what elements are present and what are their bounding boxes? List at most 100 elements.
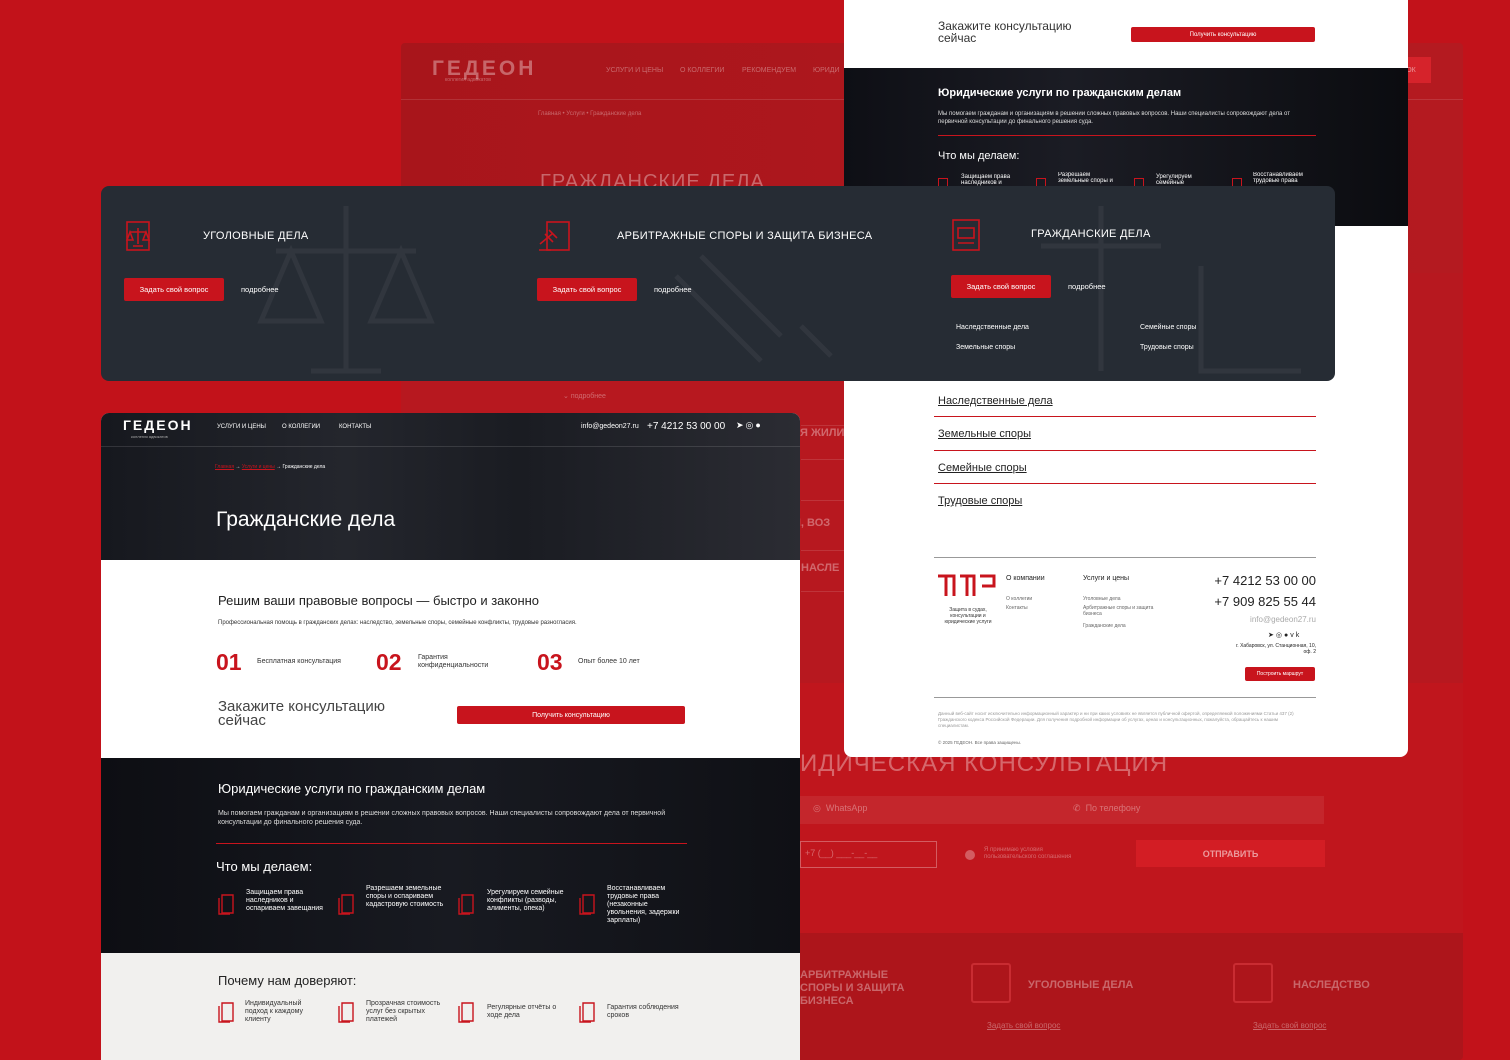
link-family[interactable]: Семейные споры <box>938 462 1027 474</box>
bg-nav-item[interactable]: РЕКОМЕНДУЕМ <box>742 67 796 74</box>
footer-divider <box>934 557 1316 558</box>
what-items: Защищаем права наследников и Разрешаем з… <box>938 172 1318 186</box>
bg-more-link[interactable]: ⌄ подробнее <box>563 392 606 400</box>
footer-col-title: Услуги и цены <box>1083 575 1130 582</box>
phone-icon: ✆ <box>1073 803 1081 813</box>
bg-nav-item[interactable]: О КОЛЛЕГИИ <box>680 67 724 74</box>
gavel-icon <box>539 221 570 251</box>
more-link[interactable]: подробнее <box>654 285 692 294</box>
what-item: Защищаем права наследников и оспариваем … <box>246 889 323 912</box>
document-icon <box>338 1002 354 1023</box>
footer-phone[interactable]: +7 4212 53 00 00 <box>1174 573 1316 588</box>
bg-more-label: подробнее <box>570 393 606 400</box>
bg-card-title: АРБИТРАЖНЫЕ СПОРЫ И ЗАЩИТА БИЗНЕСА <box>800 969 905 1007</box>
bg-send-button[interactable]: ОТПРАВИТЬ <box>1136 840 1325 867</box>
bg-phone-label: По телефону <box>1085 803 1141 813</box>
services-text: Мы помогаем гражданам и организациям в р… <box>938 111 1290 125</box>
link-land[interactable]: Земельные споры <box>938 428 1031 440</box>
divider <box>934 483 1316 484</box>
max-icon[interactable]: ● <box>755 420 762 430</box>
whatsapp-icon[interactable]: ◎ <box>1276 632 1284 639</box>
document-icon <box>218 894 234 915</box>
footer-logo-icon <box>938 574 996 596</box>
footer-copyright: © 2025 ГЕДЕОН. Все права защищены. <box>938 740 1022 745</box>
services-title: Юридические услуги по гражданским делам <box>218 781 486 796</box>
breadcrumb: Главная → Услуги и цены → Гражданские де… <box>215 464 326 470</box>
what-item: Восстанавливаем трудовые права <box>1253 172 1303 184</box>
nav-item[interactable]: КОНТАКТЫ <box>339 424 371 430</box>
service-title[interactable]: АРБИТРАЖНЫЕ СПОРЫ И ЗАЩИТА БИЗНЕСА <box>617 230 872 242</box>
bg-whatsapp-option[interactable]: ◎ WhatsApp <box>813 803 867 814</box>
divider <box>938 135 1316 136</box>
footer-link[interactable]: Арбитражные споры и защита бизнеса <box>1083 605 1165 617</box>
bg-card-link[interactable]: Задать свой вопрос <box>987 1021 1060 1030</box>
service-sub-link[interactable]: Наследственные дела <box>956 324 1029 331</box>
services-text: Мы помогаем гражданам и организациям в р… <box>218 810 666 826</box>
bg-contact-options <box>800 796 1324 824</box>
get-consultation-button[interactable]: Получить консультацию <box>457 706 685 724</box>
footer-link[interactable]: Контакты <box>1006 605 1028 611</box>
left-page-card: ГЕДЕОН коллегия адвокатов УСЛУГИ И ЦЕНЫ … <box>101 413 800 1060</box>
what-item: Разрешаем земельные споры и оспариваем к… <box>366 885 444 908</box>
what-item: Восстанавливаем трудовые права (незаконн… <box>607 885 680 924</box>
document-icon <box>579 894 595 915</box>
footer-socials: ➤◎●vk <box>1268 631 1301 639</box>
lead-text: Профессиональная помощь в гражданских де… <box>218 620 577 626</box>
bg-logo-tagline: коллегия адвокатов <box>445 77 491 83</box>
bg-breadcrumb-item[interactable]: Услуги <box>566 111 584 117</box>
logo[interactable]: ГЕДЕОН <box>123 417 193 433</box>
service-sub-link[interactable]: Земельные споры <box>956 344 1015 351</box>
bg-breadcrumb-item[interactable]: Главная <box>538 111 561 117</box>
header-phone[interactable]: +7 4212 53 00 00 <box>647 421 725 432</box>
breadcrumb-item[interactable]: Услуги и цены <box>242 464 275 470</box>
trust-item: Гарантия соблюдения сроков <box>607 1004 679 1019</box>
footer-link[interactable]: Гражданские дела <box>1083 623 1126 629</box>
header-email[interactable]: info@gedeon27.ru <box>581 423 639 430</box>
ask-question-button[interactable]: Задать свой вопрос <box>951 275 1051 298</box>
nav-item[interactable]: О КОЛЛЕГИИ <box>282 424 320 430</box>
cta-title: Закажите консультацию сейчас <box>218 698 385 729</box>
vk-icon[interactable]: vk <box>1290 632 1301 639</box>
service-sub-link[interactable]: Семейные споры <box>1140 324 1196 331</box>
chevron-down-icon: ⌄ <box>563 393 569 400</box>
whatsapp-icon[interactable]: ◎ <box>746 420 756 430</box>
more-link[interactable]: подробнее <box>241 285 279 294</box>
bg-card-link[interactable]: Задать свой вопрос <box>1253 1021 1326 1030</box>
breadcrumb-item[interactable]: Главная <box>215 464 234 470</box>
logo-tagline: коллегия адвокатов <box>131 434 168 439</box>
ask-question-button[interactable]: Задать свой вопрос <box>124 278 224 301</box>
more-link[interactable]: подробнее <box>1068 282 1106 291</box>
document-icon <box>458 1002 474 1023</box>
services-panel: УГОЛОВНЫЕ ДЕЛА Задать свой вопрос подроб… <box>101 186 1335 381</box>
telegram-icon[interactable]: ➤ <box>1268 632 1276 639</box>
footer-divider <box>934 697 1316 698</box>
service-title[interactable]: УГОЛОВНЫЕ ДЕЛА <box>203 230 309 242</box>
route-button[interactable]: Построить маршрут <box>1245 667 1315 681</box>
footer-link[interactable]: О коллегии <box>1006 596 1032 602</box>
nav-item[interactable]: УСЛУГИ И ЦЕНЫ <box>217 424 266 430</box>
bg-nav-item[interactable]: УСЛУГИ И ЦЕНЫ <box>606 67 663 74</box>
bg-phone-option[interactable]: ✆ По телефону <box>1073 803 1140 814</box>
ask-question-button[interactable]: Задать свой вопрос <box>537 278 637 301</box>
telegram-icon[interactable]: ➤ <box>736 420 746 430</box>
what-item: Защищаем права наследников и <box>961 174 1011 186</box>
stat-label: Опыт более 10 лет <box>578 658 640 665</box>
bg-row: Я ЖИЛИ <box>800 427 845 439</box>
footer-link[interactable]: Уголовные дела <box>1083 596 1121 602</box>
service-title[interactable]: ГРАЖДАНСКИЕ ДЕЛА <box>1031 228 1151 240</box>
get-consultation-button[interactable]: Получить консультацию <box>1131 27 1315 42</box>
footer-email[interactable]: info@gedeon27.ru <box>1174 615 1316 624</box>
lead-title: Решим ваши правовые вопросы — быстро и з… <box>218 593 540 608</box>
bg-nav-item[interactable]: ЮРИДИ <box>813 67 840 74</box>
link-inheritance[interactable]: Наследственные дела <box>938 395 1053 407</box>
document-icon <box>579 1002 595 1023</box>
scales-icon <box>125 221 151 251</box>
bg-agree-checkbox[interactable] <box>965 850 975 860</box>
footer-phone[interactable]: +7 909 825 55 44 <box>1174 594 1316 609</box>
bg-phone-input[interactable]: +7 (__) ___-__-__ <box>800 841 937 868</box>
scales-icon <box>971 963 1011 1003</box>
header-socials: ➤◎● <box>736 420 763 431</box>
document-icon <box>1233 963 1273 1003</box>
link-labor[interactable]: Трудовые споры <box>938 495 1022 507</box>
service-sub-link[interactable]: Трудовые споры <box>1140 344 1194 351</box>
